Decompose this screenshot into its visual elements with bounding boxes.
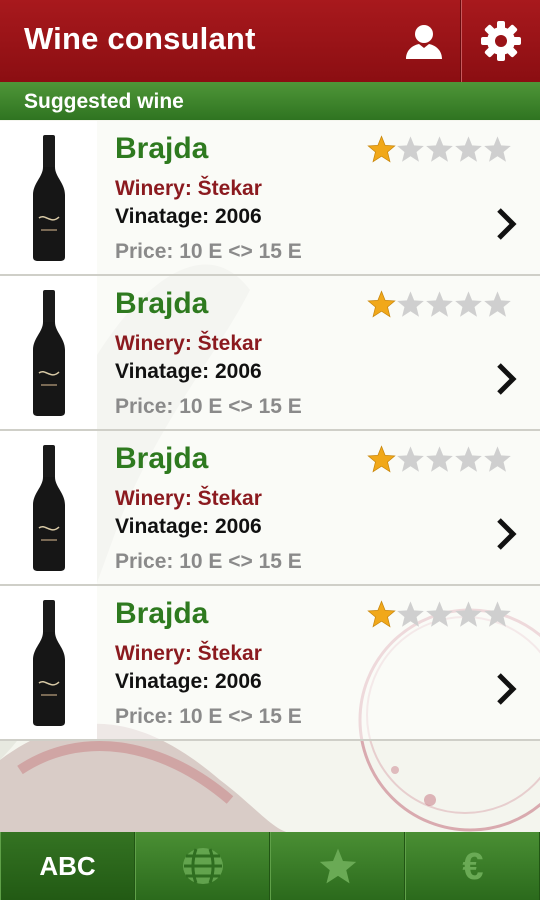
wine-winery: Winery: Štekar xyxy=(115,487,262,510)
star-empty-icon xyxy=(484,446,511,472)
wine-name: Brajda xyxy=(115,442,209,475)
wine-price: Price: 10 E <> 15 E xyxy=(115,705,302,728)
wine-list-item[interactable]: Brajda Winery: Štekar Vinatage: 2006 Pri… xyxy=(0,276,540,431)
gear-icon xyxy=(481,21,521,61)
star-empty-icon xyxy=(426,136,453,162)
star-empty-icon xyxy=(426,291,453,317)
wine-bottle-image xyxy=(0,121,97,274)
star-icon xyxy=(319,848,356,884)
wine-vintage: Vinatage: 2006 xyxy=(115,670,262,693)
wine-name: Brajda xyxy=(115,287,209,320)
chevron-right-icon xyxy=(497,363,517,395)
star-empty-icon xyxy=(397,136,424,162)
star-empty-icon xyxy=(484,601,511,627)
star-empty-icon xyxy=(426,446,453,472)
barrel-icon xyxy=(182,848,223,884)
star-empty-icon xyxy=(484,136,511,162)
wine-winery: Winery: Štekar xyxy=(115,332,262,355)
wine-list-item[interactable]: Brajda Winery: Štekar Vinatage: 2006 Pri… xyxy=(0,121,540,276)
wine-bottle-image xyxy=(0,431,97,584)
user-icon xyxy=(406,25,442,59)
star-empty-icon xyxy=(397,291,424,317)
rating-stars xyxy=(367,135,512,163)
svg-text:€: € xyxy=(462,846,483,887)
wine-vintage: Vinatage: 2006 xyxy=(115,515,262,538)
wine-list: Brajda Winery: Štekar Vinatage: 2006 Pri… xyxy=(0,121,540,741)
star-empty-icon xyxy=(397,601,424,627)
rating-stars xyxy=(367,600,512,628)
star-empty-icon xyxy=(455,291,482,317)
tab-favorites[interactable] xyxy=(270,832,405,900)
wine-bottle-image xyxy=(0,276,97,429)
tab-barrel[interactable] xyxy=(135,832,270,900)
wine-bottle-image xyxy=(0,586,97,739)
settings-button[interactable] xyxy=(462,0,540,82)
tab-price[interactable]: € xyxy=(405,832,540,900)
chevron-right-icon xyxy=(497,518,517,550)
wine-vintage: Vinatage: 2006 xyxy=(115,205,262,228)
bottom-tab-bar: ABC € xyxy=(0,832,540,900)
app-title: Wine consulant xyxy=(24,21,256,56)
euro-icon: € xyxy=(462,846,483,887)
wine-winery: Winery: Štekar xyxy=(115,642,262,665)
star-empty-icon xyxy=(455,601,482,627)
wine-info: Brajda Winery: Štekar Vinatage: 2006 Pri… xyxy=(97,121,540,274)
star-empty-icon xyxy=(426,601,453,627)
chevron-right-icon xyxy=(497,673,517,705)
wine-info: Brajda Winery: Štekar Vinatage: 2006 Pri… xyxy=(97,586,540,739)
star-filled-icon xyxy=(367,445,396,473)
profile-button[interactable] xyxy=(386,0,462,82)
star-filled-icon xyxy=(367,135,396,163)
star-empty-icon xyxy=(455,446,482,472)
section-header: Suggested wine xyxy=(0,82,540,120)
rating-stars xyxy=(367,290,512,318)
star-empty-icon xyxy=(397,446,424,472)
star-empty-icon xyxy=(455,136,482,162)
wine-name: Brajda xyxy=(115,132,209,165)
wine-info: Brajda Winery: Štekar Vinatage: 2006 Pri… xyxy=(97,276,540,429)
section-title: Suggested wine xyxy=(24,90,184,113)
wine-name: Brajda xyxy=(115,597,209,630)
wine-list-item[interactable]: Brajda Winery: Štekar Vinatage: 2006 Pri… xyxy=(0,431,540,586)
tab-abc-label: ABC xyxy=(39,850,96,881)
star-filled-icon xyxy=(367,290,396,318)
tab-abc[interactable]: ABC xyxy=(0,832,135,900)
chevron-right-icon xyxy=(497,208,517,240)
wine-list-item[interactable]: Brajda Winery: Štekar Vinatage: 2006 Pri… xyxy=(0,586,540,741)
wine-price: Price: 10 E <> 15 E xyxy=(115,395,302,418)
wine-price: Price: 10 E <> 15 E xyxy=(115,550,302,573)
wine-winery: Winery: Štekar xyxy=(115,177,262,200)
wine-price: Price: 10 E <> 15 E xyxy=(115,240,302,263)
wine-vintage: Vinatage: 2006 xyxy=(115,360,262,383)
wine-info: Brajda Winery: Štekar Vinatage: 2006 Pri… xyxy=(97,431,540,584)
star-empty-icon xyxy=(484,291,511,317)
rating-stars xyxy=(367,445,512,473)
star-filled-icon xyxy=(367,600,396,628)
app-header: Wine consulant xyxy=(0,0,540,82)
